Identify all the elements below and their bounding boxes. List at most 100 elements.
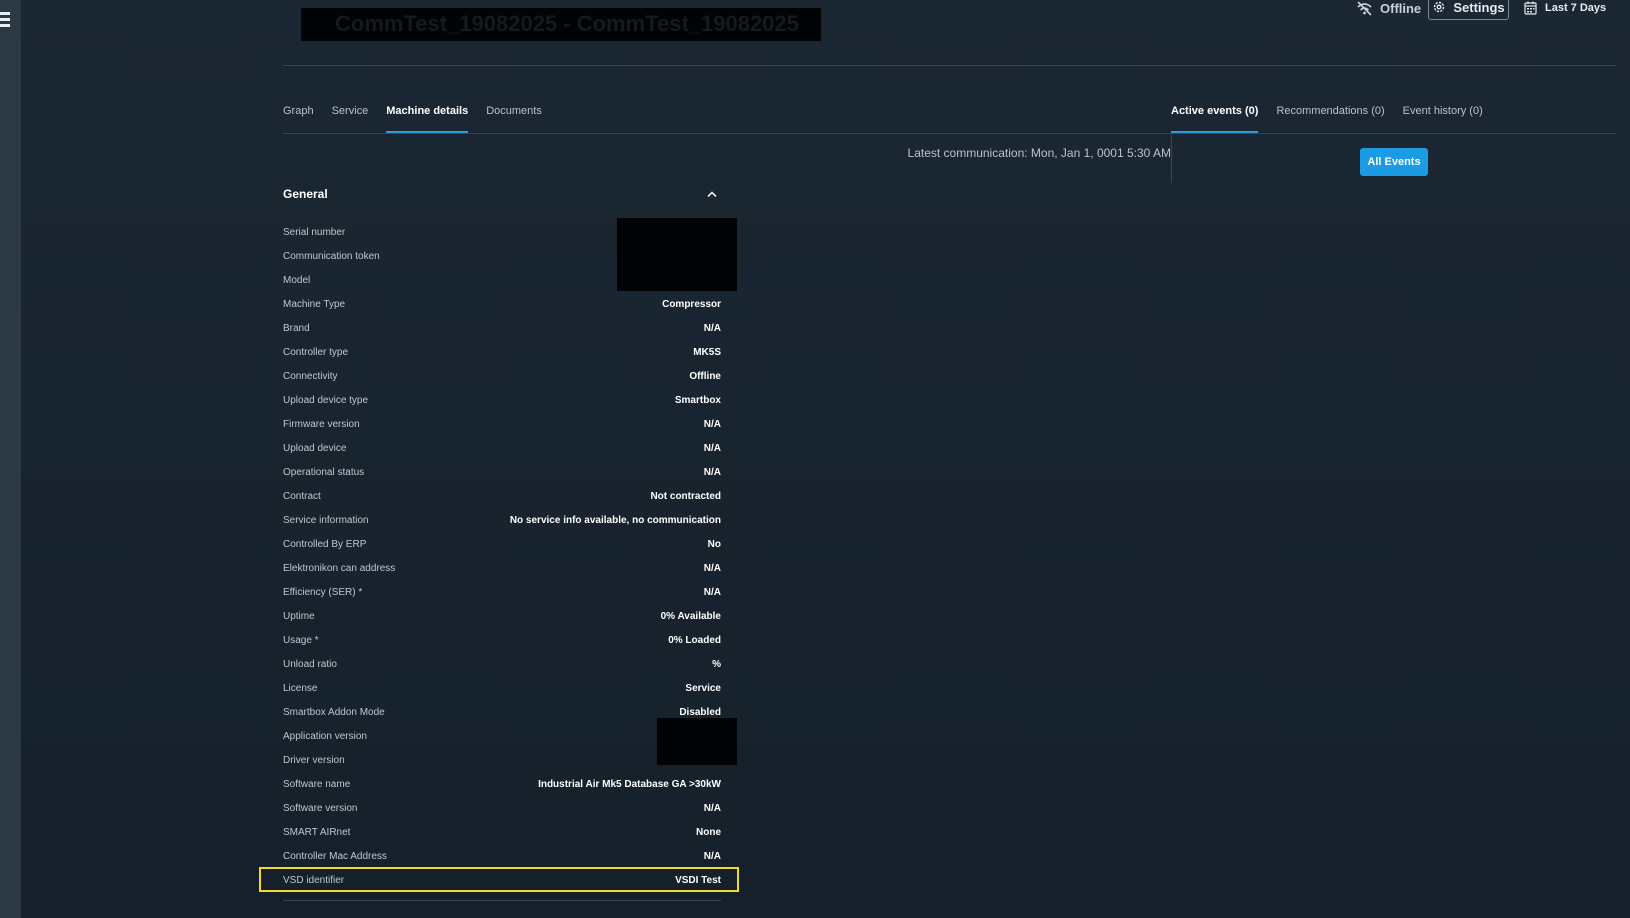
- detail-tabs: Graph Service Machine details Documents: [283, 103, 542, 133]
- detail-row: Uptime 0% Available: [283, 604, 721, 628]
- settings-button[interactable]: Settings: [1428, 0, 1509, 20]
- detail-label: Service information: [283, 514, 369, 526]
- detail-label: Upload device type: [283, 394, 369, 406]
- status-label: Offline: [1380, 0, 1422, 16]
- page-title-redacted: CommTest_19082025 - CommTest_19082025: [301, 8, 821, 41]
- detail-label: Contract: [283, 490, 321, 502]
- all-events-button[interactable]: All Events: [1360, 148, 1428, 176]
- detail-row: Connectivity Offline: [283, 364, 721, 388]
- section-bottom-divider: [283, 900, 721, 901]
- detail-value: No service info available, no communicat…: [509, 514, 721, 526]
- detail-label: Uptime: [283, 610, 315, 622]
- header-divider: [283, 65, 1616, 66]
- detail-value: Compressor: [662, 298, 721, 310]
- menu-icon[interactable]: [0, 12, 10, 34]
- detail-label: License: [283, 682, 318, 694]
- detail-label: Serial number: [283, 226, 346, 238]
- detail-label: Software name: [283, 778, 351, 790]
- detail-value: None: [696, 826, 721, 838]
- detail-value: %: [712, 658, 721, 670]
- detail-label: Controller type: [283, 346, 349, 358]
- tab-machine-details[interactable]: Machine details: [386, 103, 468, 133]
- tab-service[interactable]: Service: [332, 103, 369, 133]
- detail-row: Controlled By ERP No: [283, 532, 721, 556]
- detail-value: Not contracted: [650, 490, 721, 502]
- detail-value: 0% Available: [660, 610, 721, 622]
- detail-label: Firmware version: [283, 418, 360, 430]
- detail-row: Smartbox Addon Mode Disabled: [283, 700, 721, 724]
- detail-row: SMART AIRnet None: [283, 820, 721, 844]
- panel-separator: [1171, 134, 1172, 183]
- detail-label: Machine Type: [283, 298, 346, 310]
- detail-label: Controller Mac Address: [283, 850, 387, 862]
- detail-row: Contract Not contracted: [283, 484, 721, 508]
- redacted-block: [617, 218, 737, 291]
- detail-value: N/A: [703, 562, 721, 574]
- event-tabs: Active events (0) Recommendations (0) Ev…: [1171, 103, 1483, 133]
- detail-value: N/A: [703, 442, 721, 454]
- detail-label: Usage *: [283, 634, 319, 646]
- detail-label: Efficiency (SER) *: [283, 586, 363, 598]
- detail-label: Elektronikon can address: [283, 562, 396, 574]
- detail-row: Application version: [283, 724, 721, 748]
- latest-communication: Latest communication: Mon, Jan 1, 0001 5…: [907, 146, 1171, 160]
- detail-value: MK5S: [693, 346, 721, 358]
- detail-value: N/A: [703, 802, 721, 814]
- detail-value: N/A: [703, 322, 721, 334]
- detail-value: N/A: [703, 850, 721, 862]
- detail-label: Connectivity: [283, 370, 338, 382]
- tab-recommendations[interactable]: Recommendations (0): [1276, 103, 1384, 133]
- detail-label: SMART AIRnet: [283, 826, 351, 838]
- tab-documents[interactable]: Documents: [486, 103, 542, 133]
- detail-row: Upload device type Smartbox: [283, 388, 721, 412]
- detail-row: Controller Mac Address N/A: [283, 844, 721, 868]
- tab-active-events[interactable]: Active events (0): [1171, 103, 1259, 133]
- detail-row: Brand N/A: [283, 316, 721, 340]
- settings-label: Settings: [1453, 0, 1505, 15]
- detail-row: License Service: [283, 676, 721, 700]
- detail-value: N/A: [703, 418, 721, 430]
- detail-value: N/A: [703, 466, 721, 478]
- tabs-divider: [283, 133, 1616, 134]
- detail-label: Model: [283, 274, 311, 286]
- tab-event-history[interactable]: Event history (0): [1403, 103, 1483, 133]
- detail-label: Smartbox Addon Mode: [283, 706, 385, 718]
- redacted-block: [657, 718, 737, 765]
- detail-label: Driver version: [283, 754, 345, 766]
- detail-row: Unload ratio%: [283, 652, 721, 676]
- machine-details-page: CommTest_19082025 - CommTest_19082025 Of…: [0, 0, 1630, 918]
- detail-row: Firmware version N/A: [283, 412, 721, 436]
- detail-row: Service information No service info avail…: [283, 508, 721, 532]
- detail-row: Machine Type Compressor: [283, 292, 721, 316]
- detail-value: Smartbox: [674, 394, 721, 406]
- detail-value: No: [707, 538, 721, 550]
- calendar-icon: [1524, 1, 1537, 15]
- detail-row: Elektronikon can address N/A: [283, 556, 721, 580]
- left-rail: [0, 0, 21, 918]
- chevron-up-icon[interactable]: [706, 190, 718, 198]
- detail-row: Efficiency (SER) * N/A: [283, 580, 721, 604]
- detail-label: Upload device: [283, 442, 347, 454]
- detail-value: Service: [685, 682, 721, 694]
- detail-value: Industrial Air Mk5 Database GA >30kW: [538, 778, 721, 790]
- detail-label: Operational status: [283, 466, 365, 478]
- detail-row: Usage * 0% Loaded: [283, 628, 721, 652]
- date-range-selector[interactable]: Last 7 Days: [1524, 0, 1606, 16]
- signal-off-icon: [1357, 0, 1372, 16]
- detail-row: Controller type MK5S: [283, 340, 721, 364]
- detail-label: Unload ratio: [283, 658, 337, 670]
- date-range-label: Last 7 Days: [1545, 2, 1607, 14]
- detail-value: Offline: [689, 370, 721, 382]
- detail-value: N/A: [703, 586, 721, 598]
- detail-label: Communication token: [283, 250, 380, 262]
- detail-row: Upload device N/A: [283, 436, 721, 460]
- detail-row: Operational status N/A: [283, 460, 721, 484]
- general-section-title: General: [283, 187, 328, 201]
- gear-icon: [1434, 1, 1445, 13]
- tab-graph[interactable]: Graph: [283, 103, 314, 133]
- detail-value: Disabled: [679, 706, 721, 718]
- detail-label: Controlled By ERP: [283, 538, 367, 550]
- detail-row: Driver version: [283, 748, 721, 772]
- detail-label: Brand: [283, 322, 310, 334]
- detail-label: Software version: [283, 802, 358, 814]
